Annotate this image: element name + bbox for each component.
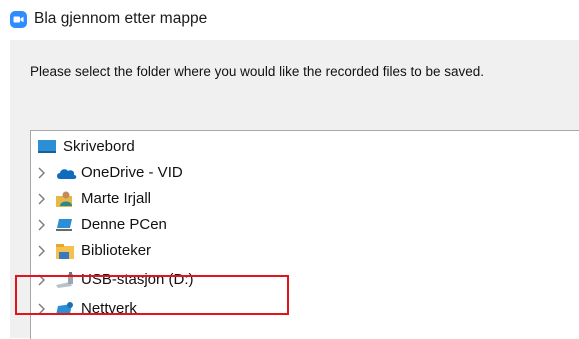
tree-item-this-pc[interactable]: Denne PCen — [31, 213, 579, 237]
tree-item-label: Marte Irjall — [81, 190, 152, 207]
window-title: Bla gjennom etter mappe — [34, 10, 208, 27]
tree-item-user[interactable]: Marte Irjall — [31, 187, 579, 211]
tree-item-label: OneDrive - VID — [81, 164, 183, 181]
onedrive-cloud-icon — [55, 164, 77, 182]
chevron-right-icon[interactable] — [36, 166, 48, 180]
highlight-annotation-box — [15, 275, 289, 315]
tree-item-label: Denne PCen — [81, 216, 167, 233]
chevron-right-icon[interactable] — [36, 192, 48, 206]
instruction-text: Please select the folder where you would… — [30, 64, 485, 79]
user-folder-icon — [55, 190, 75, 208]
tree-item-skrivebord[interactable]: Skrivebord — [31, 135, 579, 159]
desktop-icon — [37, 138, 57, 156]
chevron-right-icon[interactable] — [36, 244, 48, 258]
tree-item-libraries[interactable]: Biblioteker — [31, 239, 579, 263]
tree-item-label: Biblioteker — [81, 242, 152, 259]
library-folder-icon — [55, 242, 75, 260]
computer-icon — [55, 216, 75, 234]
zoom-camera-icon — [10, 11, 27, 28]
chevron-right-icon[interactable] — [36, 218, 48, 232]
tree-item-label: Skrivebord — [63, 138, 135, 155]
title-bar: Bla gjennom etter mappe — [0, 0, 579, 40]
tree-item-onedrive[interactable]: OneDrive - VID — [31, 161, 579, 185]
